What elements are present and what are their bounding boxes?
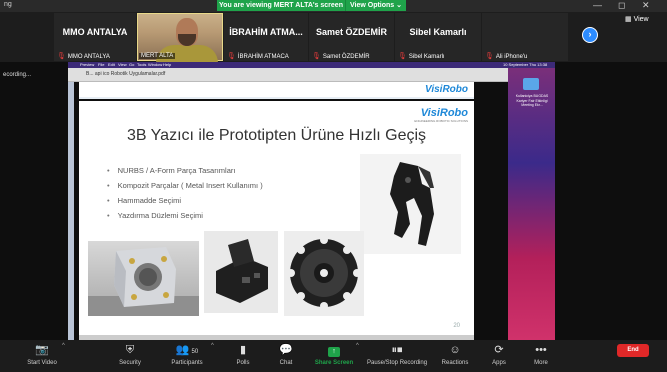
pause-stop-recording-button[interactable]: ⏸⏹ Pause/Stop Recording [367,340,427,372]
participants-button[interactable]: 👥 50 ^ Participants [157,340,217,372]
mic-muted-icon: 🎙 [57,53,66,60]
app-name: ng [4,1,12,8]
meeting-controls: 📷 ^ Start Video ⛨ Security 👥 50 ^ Partici… [0,340,667,372]
participant-tile[interactable]: MMO ANTALYA 🎙 MMO ANTALYA [54,13,136,61]
mic-muted-icon: 🎙 [485,53,494,60]
participant-count: 50 [191,349,199,355]
participant-label: 🎙 Sibel Kamarlı [398,53,445,60]
bullet-item: NURBS / A-Form Parça Tasarımları [107,163,263,178]
participant-label: MERT ALTA [139,53,176,59]
end-meeting-button[interactable]: End [617,344,649,357]
folder-icon [523,78,539,90]
pdf-toolbar: B... api ico Robotik Uygulamalar.pdf [68,68,508,82]
chevron-up-icon[interactable]: ^ [62,343,65,349]
recording-icon: ⏸⏹ [391,344,403,356]
slide-number: 20 [453,323,460,329]
share-screen-icon: ↑ [328,347,340,357]
gear-part-image [284,231,364,316]
recording-label: ecording... [3,72,32,78]
share-screen-button[interactable]: ↑ ^ Share Screen [304,340,364,372]
security-button[interactable]: ⛨ Security [100,340,160,372]
bracket-image [88,241,199,316]
participant-label: 🎙 İBRAHİM ATMACA [227,53,289,60]
shared-screen: ecording... Preview File Edit View Go To… [0,62,667,340]
mic-muted-icon: 🎙 [312,53,321,60]
maximize-icon[interactable]: ◻ [618,0,625,11]
participant-tile[interactable]: 🎙 Ali iPhone'u [482,13,568,61]
participant-label: 🎙 Ali iPhone'u [485,53,528,60]
previous-slide-edge: VisiRobo [79,82,474,99]
mic-muted-icon: 🎙 [398,53,407,60]
desktop-file-label: Kullaniciya BUGDAS Kariyer Fair Etkinlig… [515,94,549,107]
view-button[interactable]: ▦ View [625,15,649,23]
participant-tile[interactable]: Samet ÖZDEMİR 🎙 Samet ÖZDEMİR [309,13,394,61]
participant-label: 🎙 Samet ÖZDEMİR [312,53,370,60]
start-video-button[interactable]: 📷 ^ Start Video [12,340,72,372]
zoom-window: ng You are viewing MERT ALTA's screen Vi… [0,0,667,372]
participant-name: Samet ÖZDEMİR [315,27,387,37]
participant-gallery: MMO ANTALYA 🎙 MMO ANTALYA MERT ALTA İBRAH… [0,12,667,63]
shield-icon: ⛨ [125,344,135,356]
bullet-item: Kompozit Parçalar ( Metal Insert Kullanı… [107,178,263,193]
chevron-right-icon[interactable]: › [582,27,598,43]
chevron-up-icon[interactable]: ^ [356,343,359,349]
more-icon: ••• [535,344,547,356]
participant-name: Sibel Kamarlı [409,27,467,37]
close-icon[interactable]: ✕ [642,0,650,11]
bullet-list: NURBS / A-Form Parça Tasarımları Kompozi… [107,163,263,223]
pdf-title: B... api ico Robotik Uygulamalar.pdf [86,71,166,77]
view-options-button[interactable]: View Options ⌄ [345,0,406,11]
presentation-slide: VisiRobo ENGINEERING ROBOTIC SOLUTIONS 3… [79,101,474,335]
slide-title: 3B Yazıcı ile Prototipten Ürüne Hızlı Ge… [126,127,427,144]
viewing-banner: You are viewing MERT ALTA's screen [217,0,345,11]
brand-logo: VisiRobo [425,84,468,95]
minimize-icon[interactable]: — [593,0,602,11]
clip-part-image [204,231,278,313]
bullet-item: Hammadde Seçimi [107,193,263,208]
mic-muted-icon: 🎙 [227,53,236,60]
title-bar: ng You are viewing MERT ALTA's screen Vi… [0,0,667,12]
bullet-item: Yazdırma Düzlemi Seçimi [107,208,263,223]
more-button[interactable]: ••• More [511,340,571,372]
gripper-image [360,154,461,254]
active-speaker-tile[interactable]: MERT ALTA [137,13,223,63]
brand-logo: VisiRobo [420,107,468,119]
participant-name: İBRAHİM ATMA... [229,27,303,37]
participants-icon: 👥 50 [175,344,199,356]
brand-tagline: ENGINEERING ROBOTIC SOLUTIONS [414,119,468,123]
participant-name: MMO ANTALYA [62,27,128,37]
desktop-background: Kullaniciya BUGDAS Kariyer Fair Etkinlig… [508,68,555,340]
desktop-strip [68,82,74,340]
participant-tile[interactable]: Sibel Kamarlı 🎙 Sibel Kamarlı [395,13,481,61]
participant-label: 🎙 MMO ANTALYA [57,53,110,60]
participant-tile[interactable]: İBRAHİM ATMA... 🎙 İBRAHİM ATMACA [224,13,308,61]
